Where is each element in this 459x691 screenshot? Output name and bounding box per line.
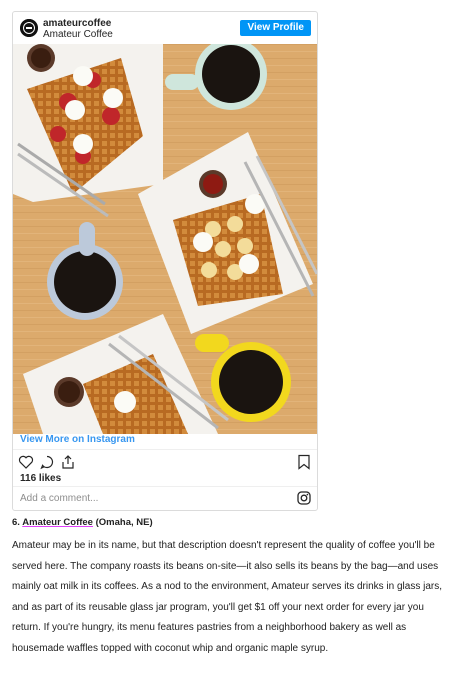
post-header: amateurcoffee Amateur Coffee View Profil… [13, 12, 317, 44]
article-section: 6. Amateur Coffee (Omaha, NE) Amateur ma… [12, 517, 452, 660]
heart-icon[interactable] [18, 454, 34, 475]
likes-count[interactable]: 116 likes [20, 473, 61, 484]
comment-icon[interactable] [39, 454, 55, 475]
amateur-coffee-link[interactable]: Amateur Coffee [22, 517, 93, 528]
view-more-link[interactable]: View More on Instagram [20, 434, 135, 445]
instagram-embed: amateurcoffee Amateur Coffee View Profil… [12, 11, 318, 511]
divider [13, 449, 317, 450]
heading-location: (Omaha, NE) [95, 517, 153, 528]
share-icon[interactable] [60, 454, 76, 475]
article-body: Amateur may be in its name, but that des… [12, 540, 443, 654]
post-photo[interactable] [13, 44, 317, 434]
avatar[interactable] [20, 19, 38, 37]
username[interactable]: amateurcoffee [43, 18, 111, 29]
bookmark-icon[interactable] [297, 454, 311, 475]
heading-number: 6. [12, 517, 20, 528]
comment-input[interactable]: Add a comment... [20, 493, 290, 504]
instagram-icon[interactable] [297, 491, 311, 505]
divider [13, 486, 317, 487]
section-heading: 6. Amateur Coffee (Omaha, NE) [12, 517, 452, 528]
full-name: Amateur Coffee [43, 29, 113, 40]
view-profile-button[interactable]: View Profile [240, 20, 311, 36]
logo-icon [20, 19, 38, 37]
